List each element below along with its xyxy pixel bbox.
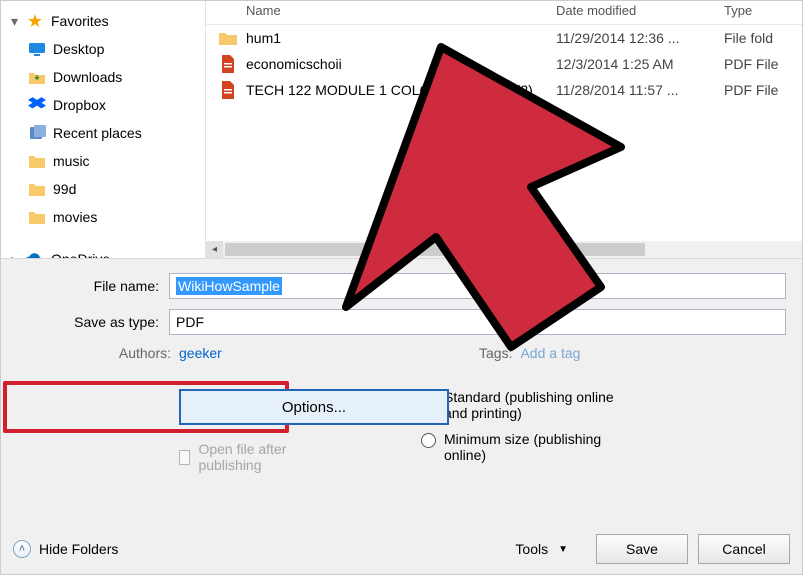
horizontal-scrollbar[interactable]: ◂ (206, 241, 802, 258)
file-name: hum1 (246, 30, 556, 46)
desktop-icon (27, 40, 47, 58)
file-list: Name Date modified Type hum111/29/2014 1… (206, 1, 802, 258)
tree-item-onedrive[interactable]: ▸ OneDrive (3, 245, 203, 258)
file-row[interactable]: economicschoii12/3/2014 1:25 AMPDF File (206, 51, 802, 77)
optimize-minimum-radio[interactable]: Minimum size (publishing online) (421, 431, 624, 463)
chevron-right-icon: ▸ (11, 251, 23, 259)
file-type: PDF File (724, 82, 796, 98)
tree-label: 99d (53, 181, 76, 197)
filename-input[interactable]: WikiHowSample (169, 273, 786, 299)
options-button[interactable]: Options... (179, 389, 449, 425)
col-name[interactable]: Name (216, 3, 556, 18)
authors-label: Authors: (11, 345, 179, 361)
tree-item-desktop[interactable]: Desktop (3, 35, 203, 63)
tree-item-99d[interactable]: 99d (3, 175, 203, 203)
tree-label: Dropbox (53, 97, 106, 113)
file-date: 11/29/2014 12:36 ... (556, 30, 724, 46)
tree-item-downloads[interactable]: Downloads (3, 63, 203, 91)
tree-label: music (53, 153, 90, 169)
onedrive-icon (25, 250, 45, 258)
file-date: 11/28/2014 11:57 ... (556, 82, 724, 98)
file-row[interactable]: TECH 122 MODULE 1 COLOR THEORIES(2)11/28… (206, 77, 802, 103)
save-panel: File name: WikiHowSample Save as type: P… (1, 259, 802, 575)
chevron-down-icon: ▾ (11, 13, 23, 30)
folder-icon (27, 208, 47, 226)
scroll-thumb[interactable] (225, 243, 645, 256)
savetype-select[interactable]: PDF (169, 309, 786, 335)
authors-field[interactable]: geeker (179, 345, 222, 361)
caret-down-icon: ▼ (558, 544, 568, 555)
col-date[interactable]: Date modified (556, 3, 724, 18)
tree-item-recent[interactable]: Recent places (3, 119, 203, 147)
folder-icon (27, 180, 47, 198)
tree-item-favorites[interactable]: ▾ ★ Favorites (3, 7, 203, 35)
tags-field[interactable]: Add a tag (520, 345, 580, 361)
tools-dropdown[interactable]: Tools ▼ (515, 541, 568, 557)
folder-icon (216, 28, 240, 48)
file-type: File fold (724, 30, 796, 46)
tree-label: Downloads (53, 69, 122, 85)
tree-item-movies[interactable]: movies (3, 203, 203, 231)
scroll-left-icon[interactable]: ◂ (206, 241, 223, 258)
tree-label: movies (53, 209, 97, 225)
dropbox-icon (27, 96, 47, 114)
file-type: PDF File (724, 56, 796, 72)
tree-label: Recent places (53, 125, 142, 141)
folder-icon (27, 152, 47, 170)
tree-label: Favorites (51, 13, 109, 29)
pdf-icon (216, 80, 240, 100)
filename-label: File name: (11, 278, 169, 294)
recent-places-icon (27, 124, 47, 142)
savetype-label: Save as type: (11, 314, 169, 330)
star-icon: ★ (25, 12, 45, 30)
downloads-icon (27, 68, 47, 86)
hide-folders-button[interactable]: ˄ Hide Folders (13, 540, 118, 558)
tree-item-dropbox[interactable]: Dropbox (3, 91, 203, 119)
file-date: 12/3/2014 1:25 AM (556, 56, 724, 72)
checkbox-icon (179, 450, 190, 465)
save-button[interactable]: Save (596, 534, 688, 564)
col-type[interactable]: Type (724, 3, 796, 18)
chevron-up-icon: ˄ (13, 540, 31, 558)
tree-label: OneDrive (51, 251, 110, 258)
optimize-standard-radio[interactable]: Standard (publishing online and printing… (421, 389, 624, 421)
file-row[interactable]: hum111/29/2014 12:36 ...File fold (206, 25, 802, 51)
file-name: economicschoii (246, 56, 556, 72)
navigation-tree: ▾ ★ Favorites Desktop Downloads (1, 1, 206, 258)
column-headers: Name Date modified Type (206, 1, 802, 25)
file-name: TECH 122 MODULE 1 COLOR THEORIES(2) (246, 82, 556, 98)
radio-icon (421, 433, 436, 448)
cancel-button[interactable]: Cancel (698, 534, 790, 564)
tags-label: Tags: (479, 345, 520, 361)
tree-item-music[interactable]: music (3, 147, 203, 175)
open-after-checkbox[interactable]: Open file after publishing (179, 441, 311, 473)
tree-label: Desktop (53, 41, 104, 57)
pdf-icon (216, 54, 240, 74)
